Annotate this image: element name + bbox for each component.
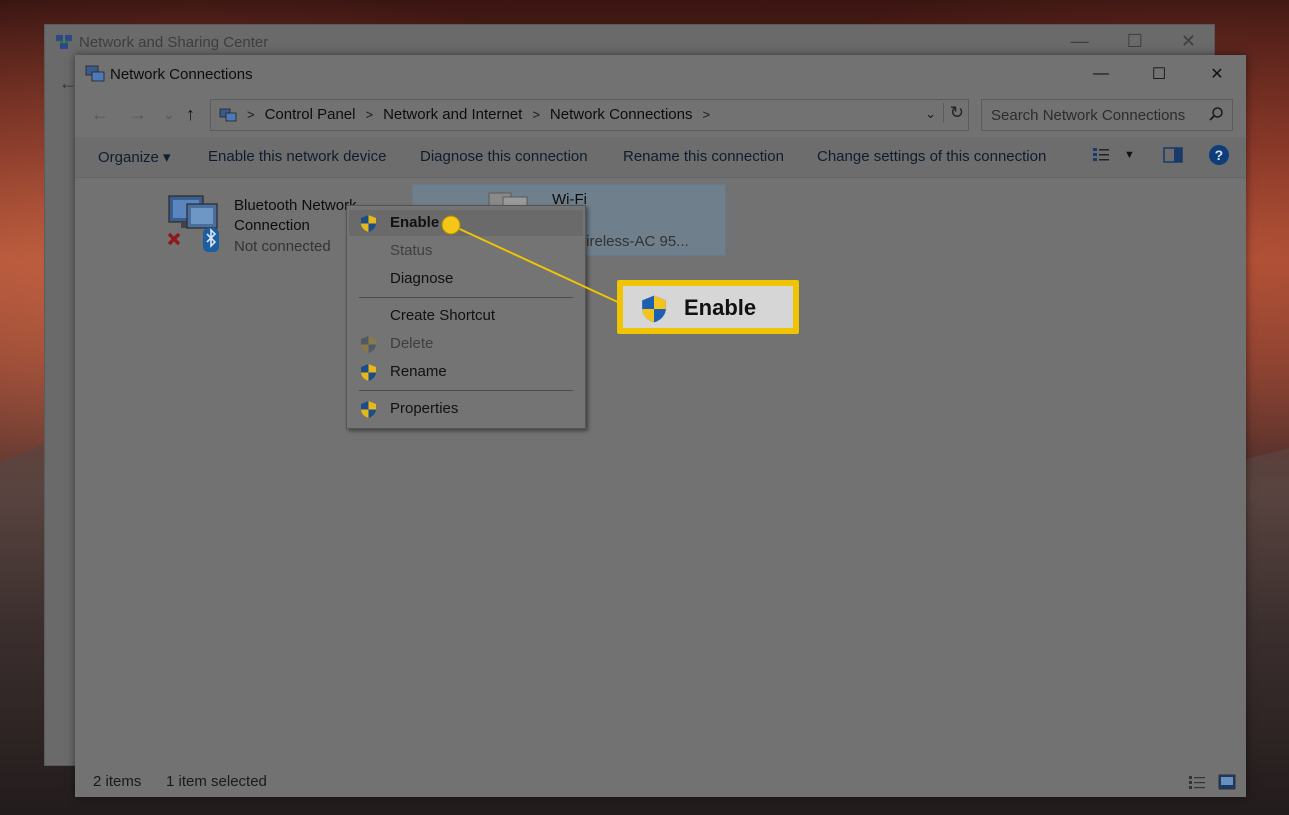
maximize-button[interactable]: ☐ xyxy=(1130,55,1188,93)
breadcrumb-separator[interactable]: > xyxy=(365,107,373,122)
control-panel-icon xyxy=(219,108,237,121)
menu-item-enable[interactable]: Enable xyxy=(349,210,583,236)
change-view-icon[interactable] xyxy=(1092,146,1112,164)
breadcrumb-separator[interactable]: > xyxy=(532,107,540,122)
menu-item-label: Status xyxy=(390,242,433,259)
menu-item-delete[interactable]: Delete xyxy=(349,331,583,357)
network-icon xyxy=(56,35,72,49)
item-count: 2 items xyxy=(93,773,142,790)
menu-item-label: Enable xyxy=(390,214,440,231)
close-button[interactable]: ✕ xyxy=(1188,55,1246,93)
menu-item-diagnose[interactable]: Diagnose xyxy=(349,266,583,292)
diagnose-button[interactable]: Diagnose this connection xyxy=(420,148,588,165)
context-menu: Enable Status Diagnose Create Shortcut D… xyxy=(346,205,586,429)
details-view-icon[interactable] xyxy=(1188,775,1206,791)
callout-label: Enable xyxy=(684,295,757,320)
back-arrow-icon[interactable]: ← xyxy=(91,104,109,125)
uac-shield-icon xyxy=(361,401,376,418)
enable-callout: Enable xyxy=(617,280,799,334)
minimize-button[interactable]: — xyxy=(1072,55,1130,93)
search-box[interactable] xyxy=(981,99,1233,131)
uac-shield-icon xyxy=(361,364,376,381)
uac-shield-icon xyxy=(361,336,376,353)
breadcrumb-network-internet[interactable]: Network and Internet xyxy=(383,106,522,123)
menu-item-status[interactable]: Status xyxy=(349,238,583,264)
rename-button[interactable]: Rename this connection xyxy=(623,148,784,165)
connections-list: Bluetooth Network Connection Not connect… xyxy=(75,178,1246,768)
breadcrumb-network-connections[interactable]: Network Connections xyxy=(550,106,693,123)
address-bar[interactable]: > Control Panel > Network and Internet >… xyxy=(210,99,969,131)
background-window-title: Network and Sharing Center xyxy=(79,34,269,51)
menu-separator xyxy=(359,297,573,298)
address-dropdown-icon[interactable]: ⌄ xyxy=(925,106,936,122)
menu-item-label: Delete xyxy=(390,335,434,352)
menu-item-label: Rename xyxy=(390,363,447,380)
forward-arrow-icon[interactable]: → xyxy=(129,104,147,125)
window-title: Network Connections xyxy=(110,66,253,83)
uac-shield-icon xyxy=(361,215,376,232)
bg-minimize-button[interactable]: — xyxy=(1071,31,1089,52)
titlebar: Network Connections — ☐ ✕ xyxy=(75,55,1246,93)
bg-close-button[interactable]: ✕ xyxy=(1181,31,1196,52)
large-icons-view-icon[interactable] xyxy=(1218,774,1236,790)
network-connections-window: Network Connections — ☐ ✕ ← → ⌄ ↑ > Cont… xyxy=(75,55,1246,797)
organize-menu[interactable]: Organize ▾ xyxy=(98,148,171,166)
breadcrumb-separator: > xyxy=(247,107,255,122)
view-dropdown-icon[interactable]: ▼ xyxy=(1124,149,1135,161)
address-row: ← → ⌄ ↑ > Control Panel > Network and In… xyxy=(75,93,1246,137)
breadcrumb-separator[interactable]: > xyxy=(703,107,711,122)
selection-count: 1 item selected xyxy=(166,773,267,790)
menu-item-label: Properties xyxy=(390,400,459,417)
command-bar: Organize ▾ Enable this network device Di… xyxy=(75,137,1246,178)
view-controls: ▼ ? xyxy=(1092,145,1229,165)
status-bar: 2 items 1 item selected xyxy=(75,768,1246,797)
breadcrumb-control-panel[interactable]: Control Panel xyxy=(265,106,356,123)
menu-item-label: Diagnose xyxy=(390,270,454,287)
bluetooth-network-adapter-icon xyxy=(167,195,219,252)
uac-shield-icon xyxy=(642,295,666,323)
menu-separator xyxy=(359,390,573,391)
change-settings-button[interactable]: Change settings of this connection xyxy=(817,148,1046,165)
preview-pane-icon[interactable] xyxy=(1163,147,1183,163)
up-arrow-icon[interactable]: ↑ xyxy=(186,104,195,125)
enable-device-button[interactable]: Enable this network device xyxy=(208,148,386,165)
connection-status: Not connected xyxy=(234,238,331,255)
search-icon[interactable] xyxy=(1208,106,1224,122)
network-connections-icon xyxy=(85,65,105,82)
bg-maximize-button[interactable]: ☐ xyxy=(1127,31,1143,52)
menu-item-properties[interactable]: Properties xyxy=(349,396,583,422)
help-icon[interactable]: ? xyxy=(1208,145,1229,165)
recent-locations-icon[interactable]: ⌄ xyxy=(163,106,175,123)
menu-item-label: Create Shortcut xyxy=(390,307,496,324)
callout-inner: Enable xyxy=(623,286,793,328)
menu-item-create-shortcut[interactable]: Create Shortcut xyxy=(349,303,583,329)
refresh-icon[interactable]: ↻ xyxy=(942,103,964,123)
search-input[interactable] xyxy=(982,100,1208,130)
menu-item-rename[interactable]: Rename xyxy=(349,359,583,385)
